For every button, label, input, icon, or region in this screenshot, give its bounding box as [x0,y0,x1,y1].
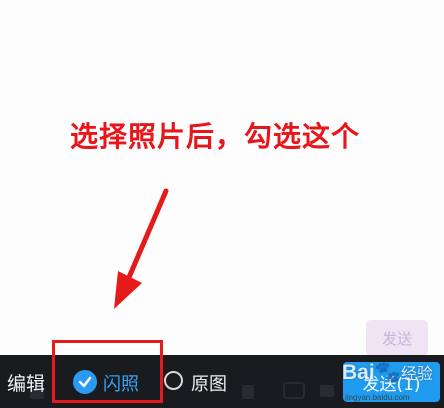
paw-icon: 🐾 [374,361,401,384]
watermark-logo-suffix: 经验 [400,366,433,383]
original-image-label[interactable]: 原图 [191,370,227,396]
watermark-logo-text: Bai [342,361,375,384]
send-button-background: 发送 [366,320,428,356]
watermark-url: jingyan.baidu.com [345,393,410,402]
original-image-checkbox[interactable] [164,371,183,390]
instruction-annotation: 选择照片后，勾选这个 [70,120,361,153]
edit-button[interactable]: 编辑 [7,369,45,396]
baidu-jingyan-watermark: Bai🐾经验 jingyan.baidu.com [342,360,442,406]
chat-photo-preview-screen: 选择照片后，勾选这个 发送 编辑 闪照 原图 发送(1) Bai🐾经验 jing… [0,0,444,408]
highlight-box [52,340,163,403]
watermark-logo: Bai🐾经验 [342,360,433,385]
annotation-arrow-icon [114,188,169,309]
